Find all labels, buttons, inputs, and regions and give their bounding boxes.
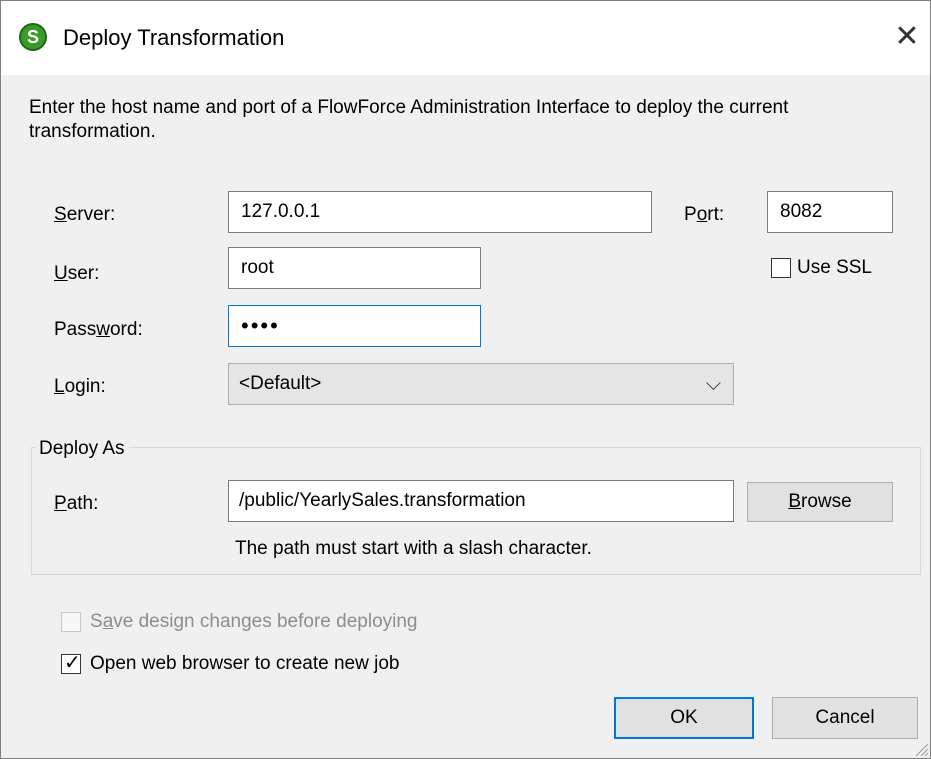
path-hint-text: The path must start with a slash charact… (235, 538, 592, 559)
deploy-as-group-label: Deploy As (35, 438, 129, 460)
title-bar: S Deploy Transformation ✕ (1, 1, 930, 75)
save-design-changes-label: Save design changes before deploying (90, 611, 418, 632)
password-input[interactable]: •••• (228, 305, 481, 347)
save-design-changes-checkbox[interactable] (61, 612, 81, 632)
close-button[interactable]: ✕ (887, 15, 927, 59)
close-icon[interactable]: ✕ (894, 20, 919, 53)
path-label: Path: (54, 493, 99, 514)
window-title: Deploy Transformation (63, 25, 285, 50)
use-ssl-label: Use SSL (797, 257, 872, 278)
resize-grip-icon[interactable] (913, 741, 929, 757)
port-input[interactable]: 8082 (767, 191, 893, 233)
server-label: Server: (54, 204, 116, 225)
port-label: Port: (684, 204, 725, 225)
server-input[interactable]: 127.0.0.1 (228, 191, 652, 233)
login-select[interactable]: <Default> ⌵ (228, 363, 734, 405)
open-web-browser-checkbox[interactable]: ✓ (61, 652, 81, 674)
deploy-transformation-dialog: S Deploy Transformation ✕ Enter the host… (0, 0, 931, 759)
path-input[interactable]: /public/YearlySales.transformation (228, 480, 734, 522)
login-select-value: <Default> (239, 373, 322, 394)
password-label: Password: (54, 319, 143, 340)
cancel-button[interactable]: Cancel (772, 697, 918, 739)
intro-text: Enter the host name and port of a FlowFo… (29, 97, 789, 142)
login-label: Login: (54, 376, 106, 397)
check-icon: ✓ (64, 652, 81, 674)
browse-button[interactable]: Browse (747, 482, 893, 522)
user-label: User: (54, 263, 100, 284)
open-web-browser-label: Open web browser to create new job (90, 653, 400, 674)
mapforce-app-icon: S (19, 23, 47, 51)
use-ssl-checkbox[interactable] (771, 258, 791, 278)
user-input[interactable]: root (228, 247, 481, 289)
ok-button[interactable]: OK (614, 697, 754, 739)
chevron-down-icon[interactable]: ⌵ (706, 364, 721, 404)
